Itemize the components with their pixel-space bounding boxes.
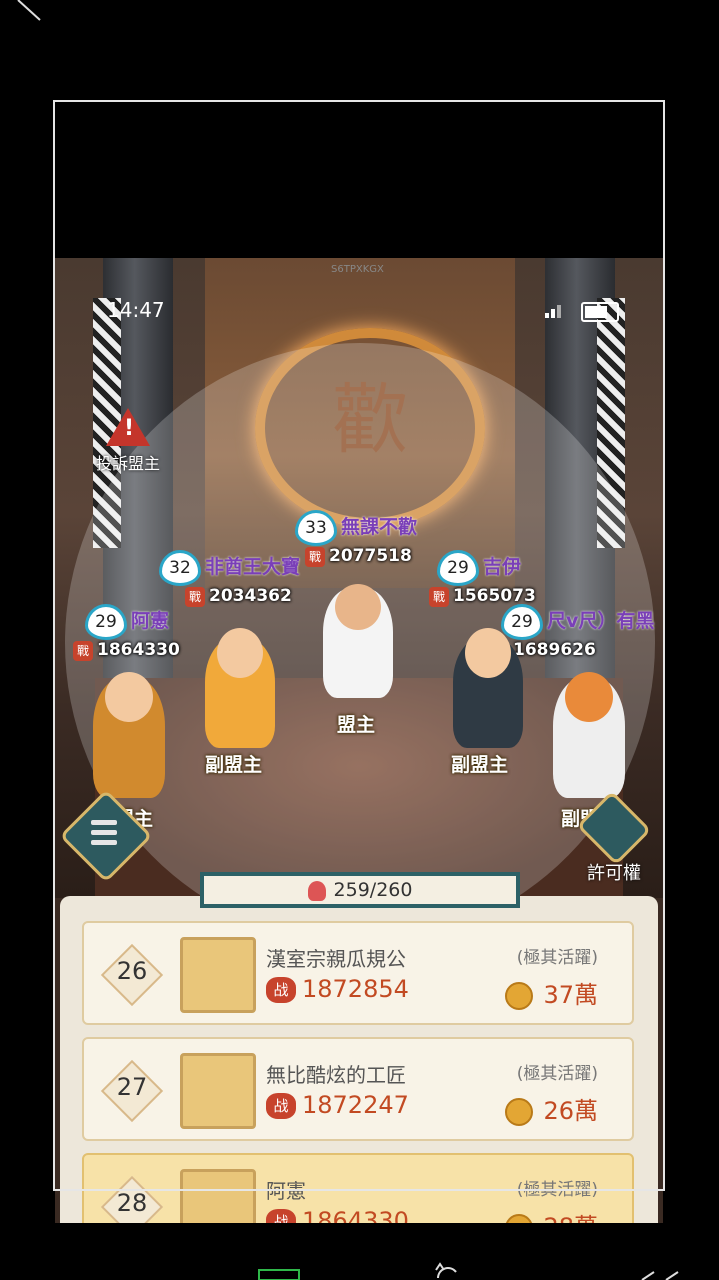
role-label: 副盟主 [205,754,263,776]
battery-icon [581,302,619,322]
member-power: 1872247 [302,1091,409,1119]
member-tag-elder-2[interactable]: 29尺v尺）有黑 戰1689626 [489,604,655,661]
permission-label: 許可權 [587,863,641,884]
contribution-icon [505,982,534,1010]
member-power: 1864330 [302,1207,409,1223]
level-badge: 29 [85,604,127,640]
role-label: 副盟主 [451,754,509,776]
vice-character-1[interactable] [205,628,275,748]
power-icon: 戰 [429,587,449,607]
crop-tool-icon[interactable] [258,1268,300,1280]
list-item[interactable]: 26 漢室宗親瓜規公 战 1872854 (極其活躍) 37萬 [82,921,634,1025]
member-name: 尺v尺）有黑 [547,610,655,632]
avatar[interactable] [180,1169,256,1223]
power-icon: 战 [266,1093,296,1119]
contribution-value: 37萬 [543,981,598,1009]
helmet-icon [307,880,326,901]
rank-number: 27 [116,1073,148,1101]
elder-character-1[interactable] [93,672,165,798]
contribution-icon [505,1098,534,1126]
watermark-id: S6TPXKGX [331,264,384,275]
activity-status: (極其活躍) [516,1180,598,1200]
power-icon: 戰 [305,547,325,567]
level-badge: 33 [295,510,337,546]
rotate-icon[interactable] [434,1262,460,1280]
report-label: 投訴盟主 [95,454,160,473]
member-list-panel: 26 漢室宗親瓜規公 战 1872854 (極其活躍) 37萬 27 無比酷炫的工… [60,896,658,1223]
power-icon: 战 [266,977,296,1003]
member-name: 無比酷炫的工匠 [266,1063,406,1087]
avatar[interactable] [180,1053,256,1129]
power-icon: 战 [266,1209,296,1223]
report-leader-button[interactable]: ! 投訴盟主 [73,408,183,474]
contribution-value: 28萬 [543,1213,598,1223]
game-screenshot: 歡 S6TPXKGX 14:47 ! 投訴盟主 33 無課不歡 戰 2077518 … [55,258,663,1223]
vice-character-2[interactable] [453,628,523,748]
rank-number: 28 [116,1189,148,1217]
activity-status: (極其活躍) [516,948,598,968]
warning-icon: ! [106,408,150,446]
level-badge: 29 [437,550,479,586]
rank-number: 26 [116,957,148,985]
back-arrow-icon[interactable] [14,0,44,22]
leader-character[interactable] [323,584,393,698]
contribution-icon [505,1214,534,1223]
signal-icon [545,305,561,318]
avatar[interactable] [180,937,256,1013]
member-power: 2077518 [329,546,412,566]
member-name: 阿憲 [266,1179,306,1203]
member-tag-vice-2[interactable]: 29 吉伊 戰 1565073 [429,550,536,607]
power-icon: 戰 [73,641,93,661]
palace-hall-background: 歡 [55,258,663,943]
level-badge: 32 [159,550,201,586]
edit-tool-icon[interactable] [640,1270,680,1280]
list-item[interactable]: 27 無比酷炫的工匠 战 1872247 (極其活躍) 26萬 [82,1037,634,1141]
member-tag-vice-1[interactable]: 32 非酋王大寶 戰 2034362 [159,550,300,607]
status-time: 14:47 [107,298,165,322]
member-power: 1872854 [302,975,409,1003]
member-name: 漢室宗親瓜規公 [266,947,406,971]
member-power: 1864330 [97,640,180,660]
contribution-value: 26萬 [543,1097,598,1125]
member-power: 1689626 [513,640,596,660]
permission-button[interactable]: 許可權 [576,790,652,885]
power-icon: 戰 [185,587,205,607]
member-name: 阿憲 [131,610,170,632]
member-power: 1565073 [453,586,536,606]
member-power: 2034362 [209,586,292,606]
member-name: 非酋王大寶 [205,556,301,578]
list-item-self[interactable]: 28 阿憲 战 1864330 (極其活躍) 28萬 [82,1153,634,1223]
activity-status: (極其活躍) [516,1064,598,1084]
role-label: 盟主 [337,714,376,736]
elder-character-2[interactable] [553,672,625,798]
level-badge: 29 [501,604,543,640]
member-tag-leader[interactable]: 33 無課不歡 戰 2077518 [295,510,417,567]
list-menu-icon [91,820,117,850]
member-name: 無課不歡 [341,516,418,538]
member-tag-elder-1[interactable]: 29 阿憲 戰 1864330 [73,604,180,661]
member-count: 259/260 [333,879,413,901]
member-name: 吉伊 [483,556,522,578]
member-count-bar: 259/260 [200,872,520,908]
